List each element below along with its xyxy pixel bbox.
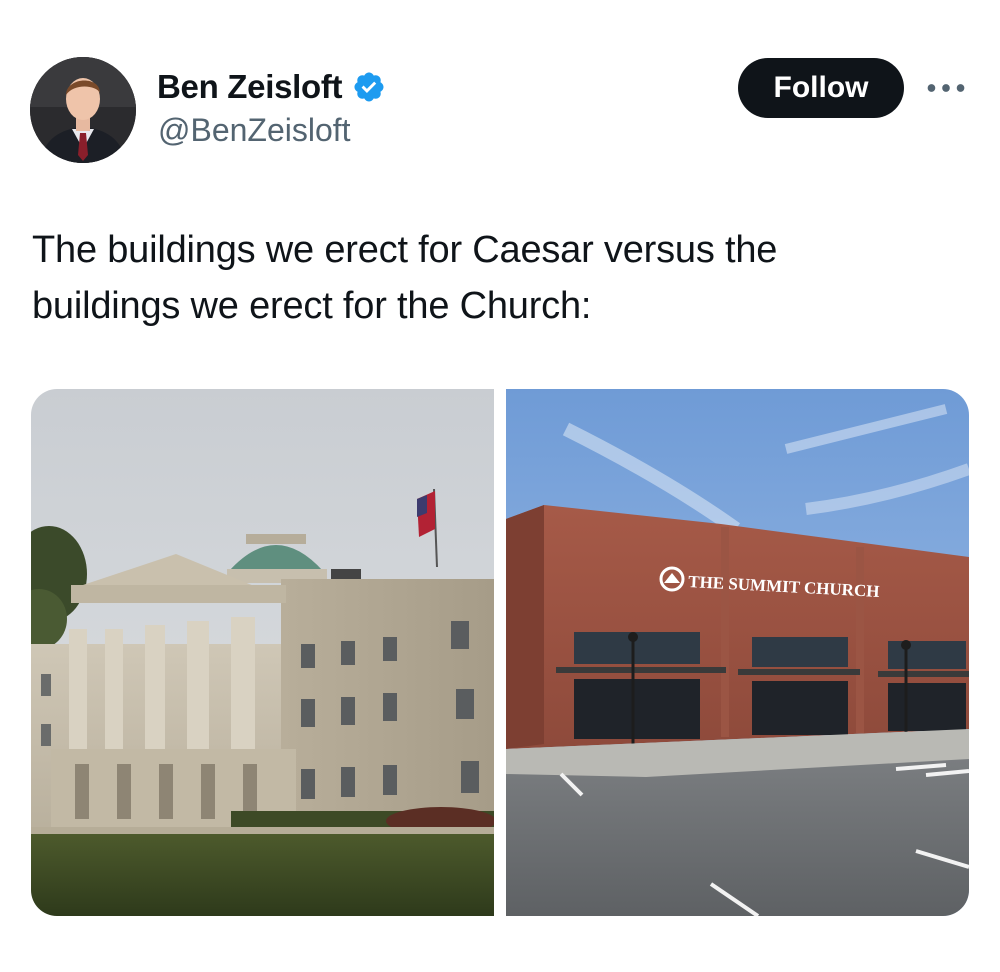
verified-badge-icon bbox=[352, 70, 386, 104]
tweet-text: The buildings we erect for Caesar versus… bbox=[32, 229, 778, 327]
media-image-church[interactable]: THE SUMMIT CHURCH bbox=[506, 389, 969, 916]
capitol-building-photo bbox=[31, 389, 494, 916]
more-options-button[interactable] bbox=[924, 70, 968, 106]
display-name[interactable]: Ben Zeisloft bbox=[157, 67, 343, 107]
avatar[interactable] bbox=[30, 57, 136, 163]
church-building-photo: THE SUMMIT CHURCH bbox=[506, 389, 969, 916]
follow-button[interactable]: Follow bbox=[738, 58, 904, 118]
media-grid: THE SUMMIT CHURCH bbox=[31, 389, 969, 916]
user-handle[interactable]: @BenZeisloft bbox=[158, 110, 351, 150]
more-horizontal-icon bbox=[927, 84, 965, 92]
profile-photo-icon bbox=[30, 57, 136, 163]
display-name-row: Ben Zeisloft bbox=[157, 67, 386, 107]
media-image-capitol[interactable] bbox=[31, 389, 494, 916]
